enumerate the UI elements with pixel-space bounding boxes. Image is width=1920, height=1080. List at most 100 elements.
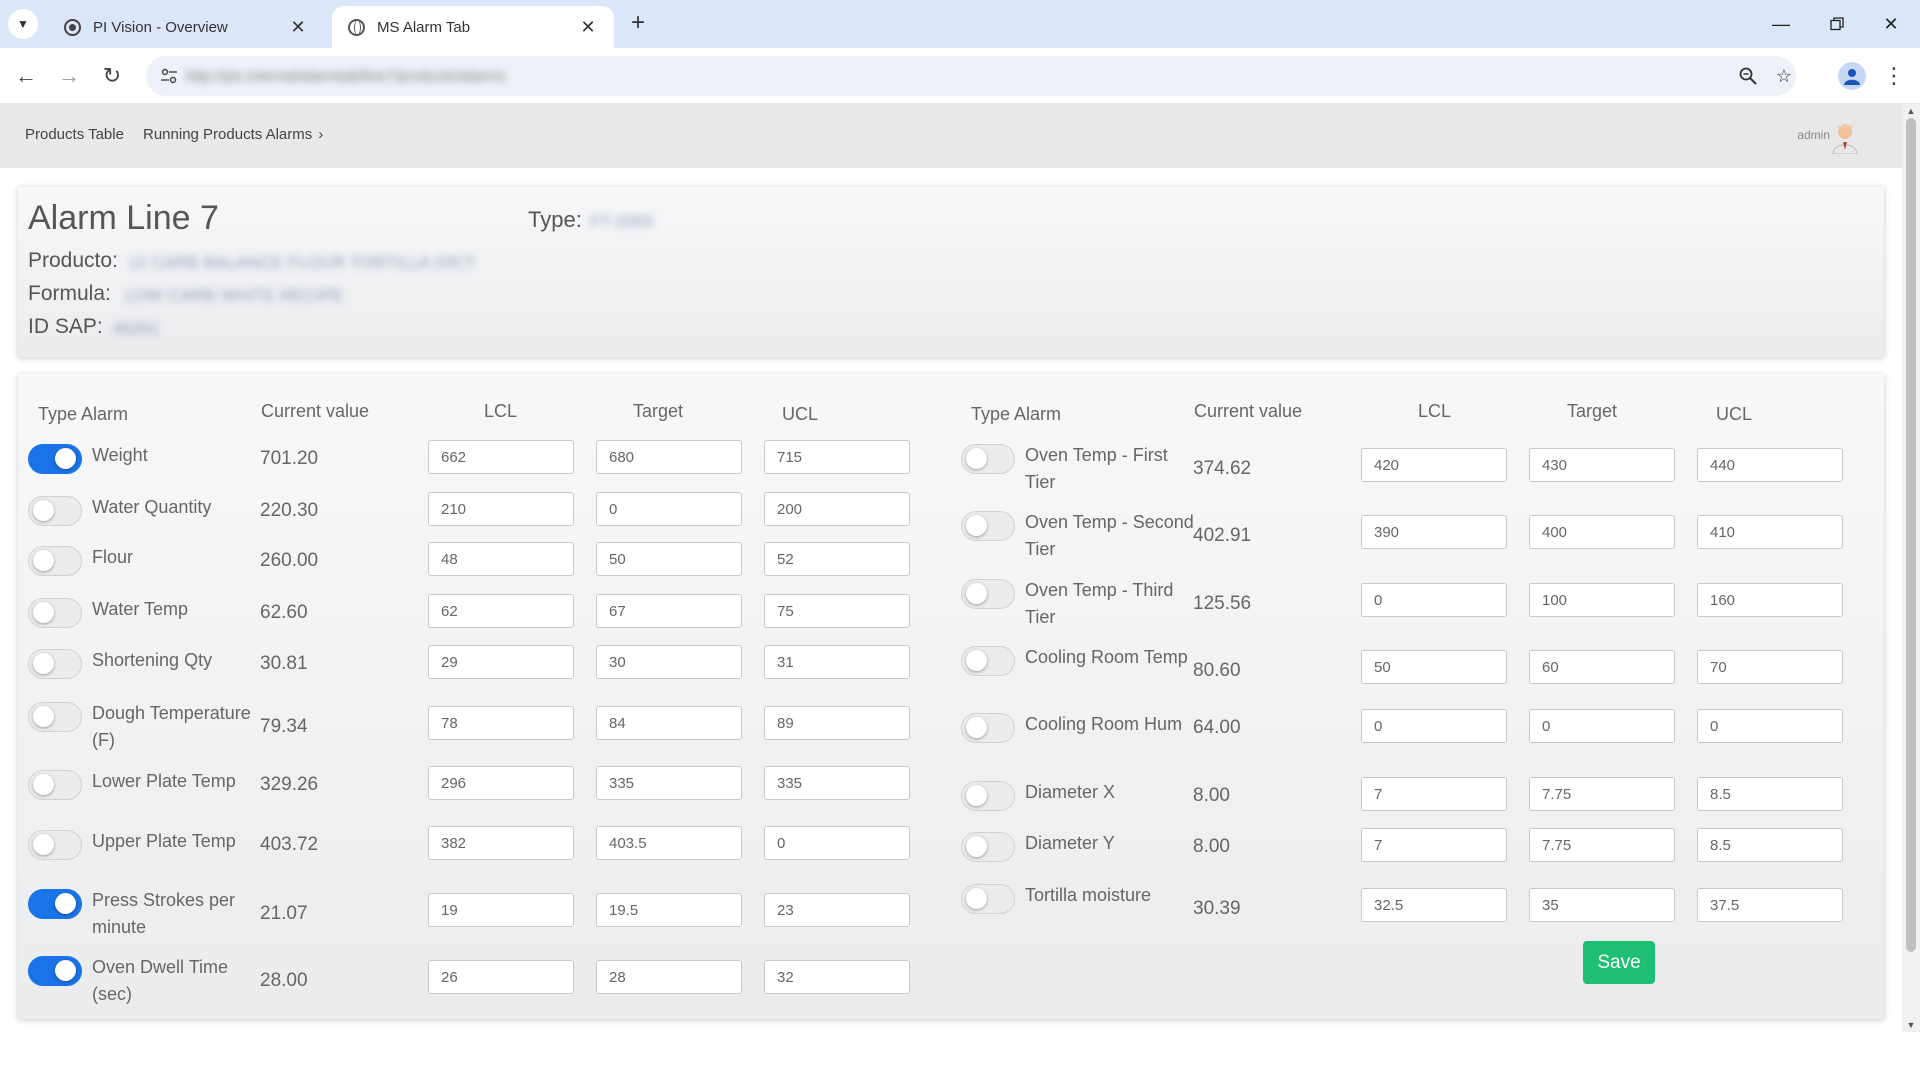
cooling-room-temp-toggle[interactable] [961, 646, 1015, 676]
reload-button[interactable]: ↻ [96, 60, 128, 92]
cooling-room-hum-lcl-input[interactable] [1361, 709, 1507, 743]
nav-running-products-alarms[interactable]: Running Products Alarms › [143, 126, 323, 143]
diameter-y-ucl-input[interactable] [1697, 828, 1843, 862]
dough-temperature-f-toggle[interactable] [28, 702, 82, 732]
water-temp-lcl-input[interactable] [428, 594, 574, 628]
diameter-y-toggle[interactable] [961, 832, 1015, 862]
oven-temp-second-tier-lcl-input[interactable] [1361, 515, 1507, 549]
water-quantity-target-input[interactable] [596, 492, 742, 526]
weight-lcl-input[interactable] [428, 440, 574, 474]
diameter-x-lcl-input[interactable] [1361, 777, 1507, 811]
oven-dwell-time-sec-lcl-input[interactable] [428, 960, 574, 994]
flour-lcl-input[interactable] [428, 542, 574, 576]
oven-temp-second-tier-toggle[interactable] [961, 511, 1015, 541]
cooling-room-hum-ucl-input[interactable] [1697, 709, 1843, 743]
water-temp-target-input[interactable] [596, 594, 742, 628]
diameter-x-ucl-input[interactable] [1697, 777, 1843, 811]
oven-temp-first-tier-ucl-input[interactable] [1697, 448, 1843, 482]
diameter-x-target-input[interactable] [1529, 777, 1675, 811]
water-temp-toggle[interactable] [28, 598, 82, 628]
shortening-qty-ucl-input[interactable] [764, 645, 910, 679]
oven-temp-third-tier-toggle[interactable] [961, 579, 1015, 609]
tortilla-moisture-lcl-input[interactable] [1361, 888, 1507, 922]
oven-temp-first-tier-target-input[interactable] [1529, 448, 1675, 482]
weight-ucl-input[interactable] [764, 440, 910, 474]
cooling-room-hum-target-input[interactable] [1529, 709, 1675, 743]
oven-dwell-time-sec-target-input[interactable] [596, 960, 742, 994]
browser-tab-ms-alarm[interactable]: MS Alarm Tab ✕ [332, 6, 614, 48]
flour-toggle[interactable] [28, 546, 82, 576]
diameter-y-target-input[interactable] [1529, 828, 1675, 862]
press-strokes-per-minute-target-input[interactable] [596, 893, 742, 927]
cooling-room-temp-label: Cooling Room Temp [1025, 647, 1188, 667]
cooling-room-temp-ucl-input[interactable] [1697, 650, 1843, 684]
oven-temp-third-tier-target-input[interactable] [1529, 583, 1675, 617]
close-icon[interactable]: ✕ [288, 17, 308, 38]
upper-plate-temp-target-input[interactable] [596, 826, 742, 860]
minimize-button[interactable]: — [1758, 6, 1804, 42]
page-scrollbar[interactable]: ▲ ▼ [1902, 104, 1920, 1032]
oven-temp-third-tier-ucl-input[interactable] [1697, 583, 1843, 617]
dough-temperature-f-lcl-input[interactable] [428, 706, 574, 740]
back-button[interactable]: ← [10, 60, 42, 92]
zoom-icon[interactable] [1736, 64, 1760, 88]
close-icon[interactable]: ✕ [578, 17, 598, 38]
restore-button[interactable] [1814, 6, 1860, 42]
scroll-up-icon[interactable]: ▲ [1902, 104, 1920, 118]
profile-button[interactable] [1838, 62, 1866, 90]
cooling-room-temp-target-input[interactable] [1529, 650, 1675, 684]
press-strokes-per-minute-toggle[interactable] [28, 889, 82, 919]
oven-temp-first-tier-lcl-input[interactable] [1361, 448, 1507, 482]
diameter-x-toggle[interactable] [961, 781, 1015, 811]
press-strokes-per-minute-ucl-input[interactable] [764, 893, 910, 927]
browser-tab-pi-vision[interactable]: PI Vision - Overview ✕ [48, 6, 324, 48]
weight-target-input[interactable] [596, 440, 742, 474]
cooling-room-temp-lcl-input[interactable] [1361, 650, 1507, 684]
address-bar[interactable]: http://pis.internal/alarmtab/line7/produ… [146, 56, 1796, 96]
avatar[interactable] [1830, 120, 1860, 154]
oven-temp-third-tier-lcl-input[interactable] [1361, 583, 1507, 617]
tortilla-moisture-target-input[interactable] [1529, 888, 1675, 922]
shortening-qty-lcl-input[interactable] [428, 645, 574, 679]
shortening-qty-target-input[interactable] [596, 645, 742, 679]
cooling-room-hum-toggle[interactable] [961, 713, 1015, 743]
upper-plate-temp-lcl-input[interactable] [428, 826, 574, 860]
oven-temp-second-tier-target-input[interactable] [1529, 515, 1675, 549]
header-ucl: UCL [782, 404, 819, 424]
water-quantity-ucl-input[interactable] [764, 492, 910, 526]
save-button[interactable]: Save [1583, 941, 1655, 984]
new-tab-button[interactable]: + [624, 10, 652, 38]
oven-temp-second-tier-ucl-input[interactable] [1697, 515, 1843, 549]
weight-toggle[interactable] [28, 444, 82, 474]
site-settings-icon[interactable] [158, 65, 180, 87]
scroll-down-icon[interactable]: ▼ [1902, 1018, 1920, 1032]
tab-search-button[interactable]: ▼ [8, 9, 38, 39]
oven-dwell-time-sec-toggle[interactable] [28, 956, 82, 986]
lower-plate-temp-lcl-input[interactable] [428, 766, 574, 800]
close-window-button[interactable]: ✕ [1868, 6, 1914, 42]
scroll-thumb[interactable] [1906, 118, 1916, 952]
upper-plate-temp-ucl-input[interactable] [764, 826, 910, 860]
lower-plate-temp-ucl-input[interactable] [764, 766, 910, 800]
lower-plate-temp-toggle[interactable] [28, 770, 82, 800]
press-strokes-per-minute-lcl-input[interactable] [428, 893, 574, 927]
bookmark-star-icon[interactable]: ☆ [1772, 64, 1796, 88]
diameter-y-lcl-input[interactable] [1361, 828, 1507, 862]
water-quantity-lcl-input[interactable] [428, 492, 574, 526]
dough-temperature-f-ucl-input[interactable] [764, 706, 910, 740]
shortening-qty-toggle[interactable] [28, 649, 82, 679]
flour-target-input[interactable] [596, 542, 742, 576]
forward-button[interactable]: → [53, 60, 85, 92]
upper-plate-temp-toggle[interactable] [28, 830, 82, 860]
oven-dwell-time-sec-ucl-input[interactable] [764, 960, 910, 994]
dough-temperature-f-target-input[interactable] [596, 706, 742, 740]
lower-plate-temp-target-input[interactable] [596, 766, 742, 800]
browser-menu-button[interactable]: ⋮ [1882, 60, 1906, 92]
water-quantity-toggle[interactable] [28, 496, 82, 526]
oven-temp-first-tier-toggle[interactable] [961, 444, 1015, 474]
tortilla-moisture-ucl-input[interactable] [1697, 888, 1843, 922]
nav-products-table[interactable]: Products Table [25, 126, 124, 143]
flour-ucl-input[interactable] [764, 542, 910, 576]
water-temp-ucl-input[interactable] [764, 594, 910, 628]
tortilla-moisture-toggle[interactable] [961, 884, 1015, 914]
